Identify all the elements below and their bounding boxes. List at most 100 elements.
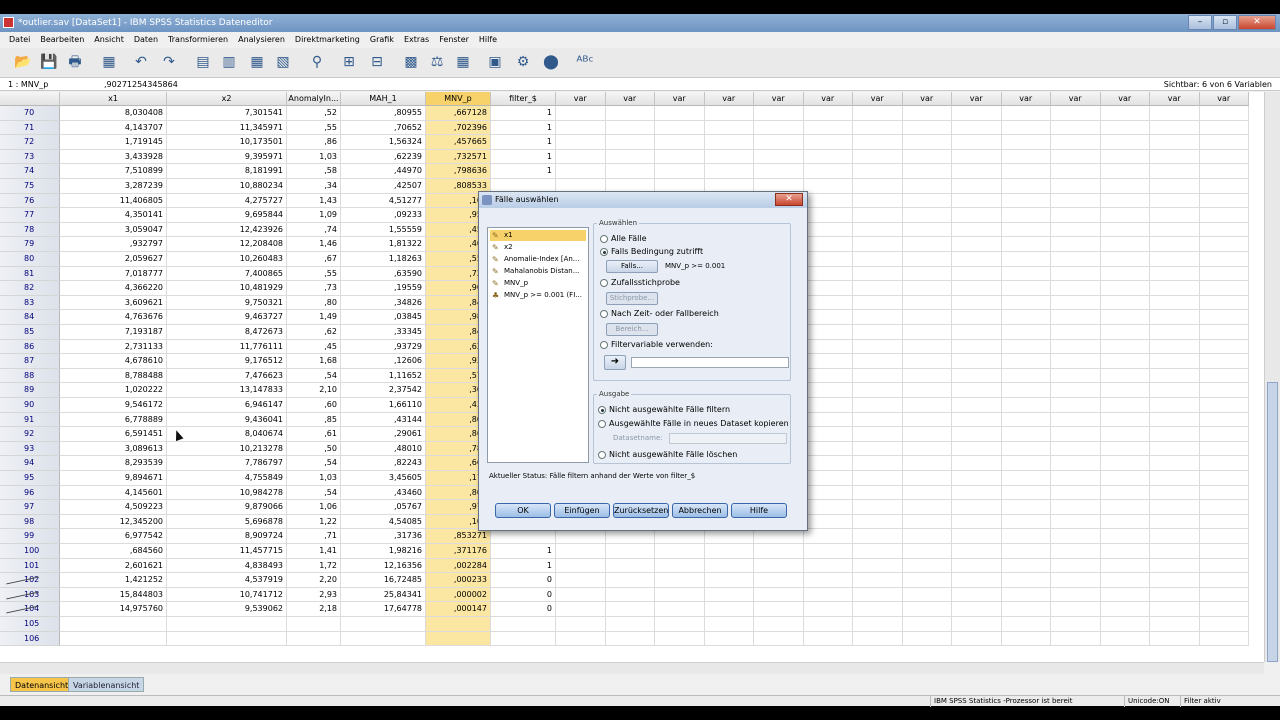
variable-list-item[interactable]: ♣ MNV_p >= 0.001 (FI... [490, 290, 586, 301]
empty-cell[interactable] [605, 587, 655, 603]
empty-cell[interactable] [1100, 558, 1150, 574]
column-header[interactable]: var [902, 92, 952, 106]
cell[interactable]: 6,591451 [60, 427, 167, 442]
empty-cell[interactable] [1001, 587, 1051, 603]
cell[interactable]: ,74 [287, 222, 341, 238]
empty-cell[interactable] [1100, 441, 1150, 457]
cell[interactable]: 1 [491, 106, 556, 121]
empty-cell[interactable] [803, 281, 853, 296]
empty-cell[interactable] [952, 120, 1002, 136]
cell[interactable]: ,932797 [60, 237, 167, 252]
empty-cell[interactable] [952, 237, 1002, 252]
empty-cell[interactable] [1150, 602, 1200, 617]
cell[interactable]: 16,72485 [341, 573, 426, 588]
cell[interactable]: ,684560 [60, 544, 167, 559]
empty-cell[interactable] [1001, 310, 1051, 325]
empty-cell[interactable] [853, 368, 903, 384]
cell[interactable]: ,43144 [341, 412, 426, 428]
empty-cell[interactable] [1051, 339, 1101, 355]
empty-cell[interactable] [1199, 427, 1249, 442]
open-folder-icon[interactable]: 📂 [12, 51, 34, 73]
empty-cell[interactable] [754, 558, 804, 574]
empty-cell[interactable] [1150, 514, 1200, 530]
cell[interactable]: ,80 [287, 295, 341, 311]
empty-cell[interactable] [803, 354, 853, 369]
empty-cell[interactable] [754, 135, 804, 150]
ok-button[interactable]: OK [495, 503, 551, 518]
cell[interactable]: ,12606 [341, 354, 426, 369]
horizontal-scrollbar[interactable] [0, 662, 1264, 674]
minimize-button[interactable]: – [1188, 15, 1212, 30]
empty-cell[interactable] [853, 237, 903, 252]
empty-cell[interactable] [1199, 295, 1249, 311]
empty-cell[interactable] [853, 471, 903, 486]
cell[interactable]: ,34826 [341, 295, 426, 311]
empty-cell[interactable] [1100, 106, 1150, 121]
empty-cell[interactable] [1199, 208, 1249, 223]
cell[interactable]: 1,68 [287, 354, 341, 369]
empty-cell[interactable] [556, 587, 606, 603]
empty-cell[interactable] [902, 295, 952, 311]
empty-cell[interactable] [1051, 325, 1101, 340]
empty-cell[interactable] [803, 529, 853, 544]
cell[interactable]: 9,894671 [60, 471, 167, 486]
empty-cell[interactable] [1150, 120, 1200, 136]
empty-cell[interactable] [1051, 208, 1101, 223]
empty-cell[interactable] [704, 135, 754, 150]
cell[interactable]: ,45 [287, 339, 341, 355]
empty-cell[interactable] [556, 573, 606, 588]
row-number[interactable]: 81 [0, 266, 60, 282]
column-header[interactable]: var [1001, 92, 1051, 106]
cell[interactable]: 7,476623 [167, 368, 287, 384]
empty-cell[interactable] [754, 149, 804, 165]
row-number[interactable]: 72 [0, 135, 60, 150]
empty-cell[interactable] [704, 164, 754, 179]
cell[interactable]: ,73 [287, 281, 341, 296]
row-number[interactable]: 99 [0, 529, 60, 544]
cell[interactable]: ,86 [287, 135, 341, 150]
cell[interactable]: 7,786797 [167, 456, 287, 471]
cell[interactable] [341, 617, 426, 632]
cell[interactable]: ,457665 [426, 135, 491, 150]
empty-cell[interactable] [952, 281, 1002, 296]
cell[interactable]: ,54 [287, 485, 341, 501]
cell[interactable]: 2,601621 [60, 558, 167, 574]
cell[interactable]: ,44970 [341, 164, 426, 179]
empty-cell[interactable] [952, 500, 1002, 515]
cell[interactable]: ,853271 [426, 529, 491, 544]
row-number[interactable]: 71 [0, 120, 60, 136]
cell[interactable]: ,63590 [341, 266, 426, 282]
empty-cell[interactable] [803, 485, 853, 501]
cell[interactable]: 6,778889 [60, 412, 167, 428]
empty-cell[interactable] [1150, 222, 1200, 238]
cell[interactable]: ,70652 [341, 120, 426, 136]
cell[interactable]: ,798636 [426, 164, 491, 179]
empty-cell[interactable] [803, 471, 853, 486]
empty-cell[interactable] [1100, 456, 1150, 471]
empty-cell[interactable] [803, 149, 853, 165]
row-number[interactable]: 76 [0, 193, 60, 209]
empty-cell[interactable] [952, 529, 1002, 544]
spellcheck-icon[interactable]: ᴬᴮᶜ [574, 51, 596, 73]
cell[interactable]: 12,208408 [167, 237, 287, 252]
empty-cell[interactable] [1150, 558, 1200, 574]
empty-cell[interactable] [803, 617, 853, 632]
menu-item[interactable]: Hilfe [474, 32, 502, 48]
cell[interactable]: ,61 [287, 427, 341, 442]
empty-cell[interactable] [952, 339, 1002, 355]
empty-cell[interactable] [803, 120, 853, 136]
column-header[interactable]: AnomalyIn... [287, 92, 341, 106]
empty-cell[interactable] [853, 631, 903, 647]
radio-if-condition[interactable]: Falls Bedingung zutrifft [600, 247, 703, 257]
cell[interactable]: ,55 [287, 120, 341, 136]
radio-delete-unselected[interactable]: Nicht ausgewählte Fälle löschen [598, 450, 737, 460]
empty-cell[interactable] [902, 558, 952, 574]
help-button[interactable]: Hilfe [731, 503, 787, 518]
empty-cell[interactable] [1199, 310, 1249, 325]
cell[interactable]: 4,678610 [60, 354, 167, 369]
empty-cell[interactable] [902, 602, 952, 617]
empty-cell[interactable] [1001, 120, 1051, 136]
empty-cell[interactable] [655, 573, 705, 588]
empty-cell[interactable] [1001, 471, 1051, 486]
use-sets-icon[interactable]: ⚙ [512, 51, 534, 73]
